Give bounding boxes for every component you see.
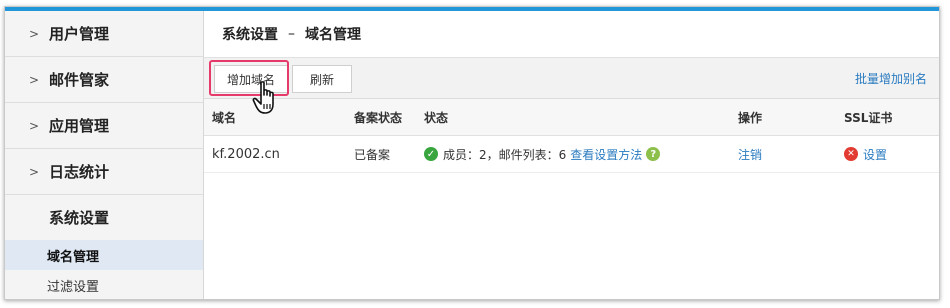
domain-cell: kf.2002.cn — [212, 146, 280, 162]
sidebar: > 用户管理 > 邮件管家 > 应用管理 > 日志统计 > 系统设置 域名管理 … — [5, 11, 204, 299]
breadcrumb-separator: – — [288, 26, 295, 42]
chevron-right-icon: > — [28, 164, 40, 179]
ssl-cell: ✕ 设置 — [844, 146, 939, 163]
chevron-down-icon: > — [49, 213, 63, 223]
view-setup-method-link[interactable]: 查看设置方法 — [570, 146, 642, 163]
table-row: kf.2002.cn 已备案 ✓ 成员：2，邮件列表：6 查看设置方法 ? 注销 — [204, 135, 939, 173]
sidebar-item-system-settings[interactable]: > 系统设置 — [5, 195, 203, 240]
sidebar-subitem-domain-management[interactable]: 域名管理 — [5, 240, 203, 270]
sidebar-item-label: 应用管理 — [49, 117, 110, 135]
batch-add-alias-link[interactable]: 批量增加别名 — [855, 70, 927, 87]
column-header-status: 状态 — [424, 99, 738, 136]
breadcrumb-current: 域名管理 — [305, 27, 361, 43]
breadcrumb-parent[interactable]: 系统设置 — [222, 24, 278, 44]
domain-table: 域名 备案状态 状态 操作 SSL证书 kf.2002.cn 已备案 ✓ 成员：… — [204, 99, 939, 173]
sidebar-item-label: 日志统计 — [49, 163, 110, 181]
question-circle-icon[interactable]: ? — [646, 147, 661, 161]
toolbar: 增加域名 刷新 批量增加别名 — [204, 58, 939, 114]
breadcrumb: 系统设置 – 域名管理 — [204, 11, 939, 58]
app-window: > 用户管理 > 邮件管家 > 应用管理 > 日志统计 > 系统设置 域名管理 … — [4, 6, 940, 300]
status-text: 成员：2，邮件列表：6 — [443, 147, 567, 162]
check-circle-icon: ✓ — [424, 147, 438, 161]
column-header-beian: 备案状态 — [354, 99, 424, 136]
refresh-button[interactable]: 刷新 — [292, 65, 352, 93]
sidebar-item-label: 邮件管家 — [49, 71, 110, 89]
hand-pointer-icon — [252, 81, 274, 114]
sidebar-item-app-management[interactable]: > 应用管理 — [5, 103, 203, 149]
column-header-operation: 操作 — [738, 99, 844, 136]
error-circle-icon: ✕ — [844, 147, 858, 161]
ssl-setup-link[interactable]: 设置 — [863, 146, 887, 163]
column-header-ssl: SSL证书 — [844, 99, 939, 136]
chevron-right-icon: > — [28, 26, 40, 41]
deregister-link[interactable]: 注销 — [738, 148, 762, 162]
sidebar-item-log-stats[interactable]: > 日志统计 — [5, 149, 203, 195]
status-cell: ✓ 成员：2，邮件列表：6 查看设置方法 ? — [424, 146, 738, 163]
chevron-right-icon: > — [28, 118, 40, 133]
table-header-row: 域名 备案状态 状态 操作 SSL证书 — [204, 99, 939, 136]
chevron-right-icon: > — [28, 72, 40, 87]
sidebar-item-user-management[interactable]: > 用户管理 — [5, 11, 203, 57]
main-panel: 系统设置 – 域名管理 增加域名 刷新 批量增加别名 域名 备案状态 状态 操作… — [204, 11, 939, 299]
sidebar-subitem-filter-settings[interactable]: 过滤设置 — [5, 270, 203, 299]
sidebar-item-label: 用户管理 — [49, 25, 110, 43]
beian-status-cell: 已备案 — [354, 147, 391, 162]
sidebar-item-mail-steward[interactable]: > 邮件管家 — [5, 57, 203, 103]
